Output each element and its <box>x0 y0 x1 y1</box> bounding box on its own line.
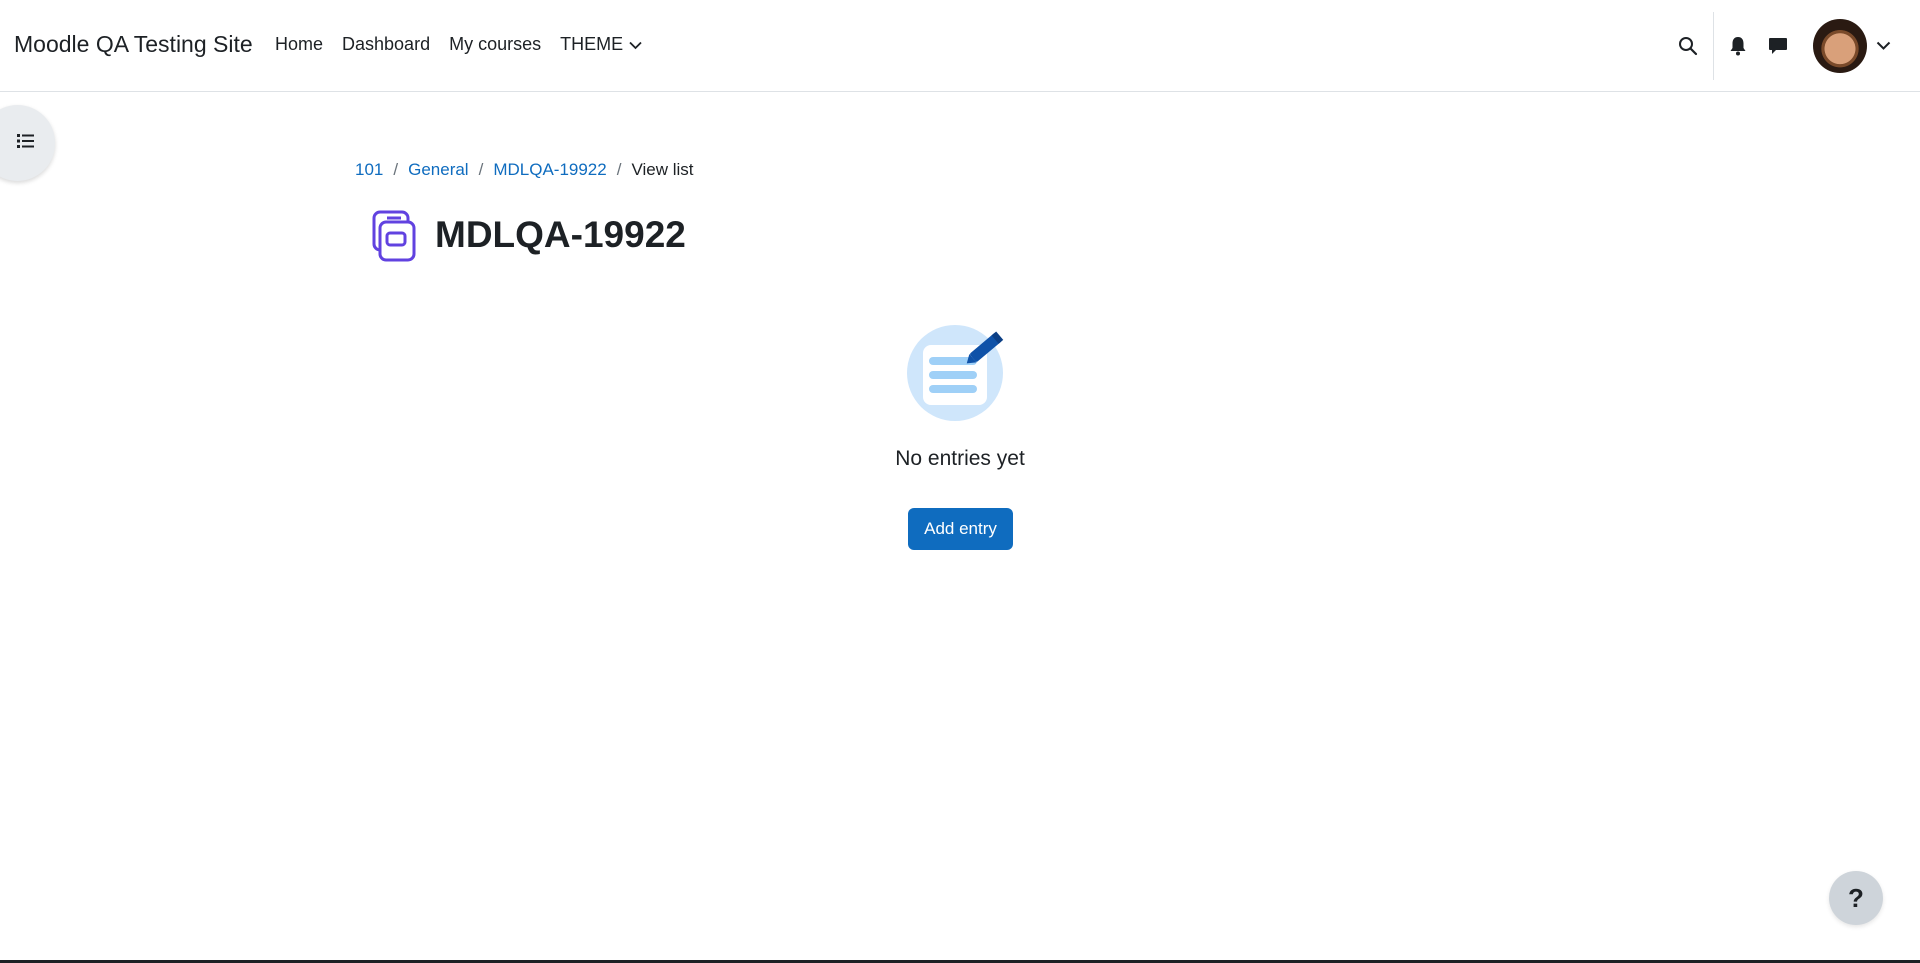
bell-icon[interactable] <box>1726 34 1750 58</box>
user-menu-chevron-down-icon[interactable] <box>1876 38 1891 56</box>
message-icon[interactable] <box>1766 34 1790 58</box>
help-button[interactable]: ? <box>1829 871 1883 925</box>
page-title: MDLQA-19922 <box>435 214 686 255</box>
breadcrumb-separator: / <box>393 160 399 179</box>
nav-home[interactable]: Home <box>275 34 323 55</box>
nav-dashboard[interactable]: Dashboard <box>342 34 430 55</box>
add-entry-button[interactable]: Add entry <box>908 508 1013 550</box>
breadcrumb-item-activity[interactable]: MDLQA-19922 <box>493 160 606 180</box>
breadcrumb-item-section[interactable]: General <box>408 160 468 180</box>
empty-state-message: No entries yet <box>0 447 1920 471</box>
site-name[interactable]: Moodle QA Testing Site <box>14 31 253 58</box>
navbar-divider <box>1713 12 1714 80</box>
avatar[interactable] <box>1813 19 1867 73</box>
breadcrumb-separator: / <box>616 160 622 179</box>
no-entries-illustration <box>905 323 1011 423</box>
nav-home-label: Home <box>275 34 324 54</box>
breadcrumb-separator: / <box>478 160 484 179</box>
nav-my-courses[interactable]: My courses <box>449 34 541 55</box>
search-icon[interactable] <box>1676 34 1700 58</box>
empty-state-message-text: No entries yet <box>895 447 1025 470</box>
nav-theme-dropdown[interactable]: THEME <box>560 34 642 55</box>
primary-navigation: Home Dashboard My courses THEME <box>275 34 661 55</box>
nav-dashboard-label: Dashboard <box>342 34 431 54</box>
breadcrumb-current: View list <box>631 160 694 179</box>
breadcrumb-item-course[interactable]: 101 <box>355 160 383 180</box>
nav-my-courses-label: My courses <box>449 34 542 54</box>
breadcrumb: 101 / General / MDLQA-19922 / View list <box>355 160 694 180</box>
database-activity-icon <box>371 209 417 263</box>
chevron-down-icon <box>629 34 642 55</box>
nav-theme-label: THEME <box>560 34 624 54</box>
top-navbar: Moodle QA Testing Site Home Dashboard My… <box>0 0 1920 92</box>
list-icon <box>17 133 35 154</box>
course-index-toggle[interactable] <box>0 105 55 181</box>
